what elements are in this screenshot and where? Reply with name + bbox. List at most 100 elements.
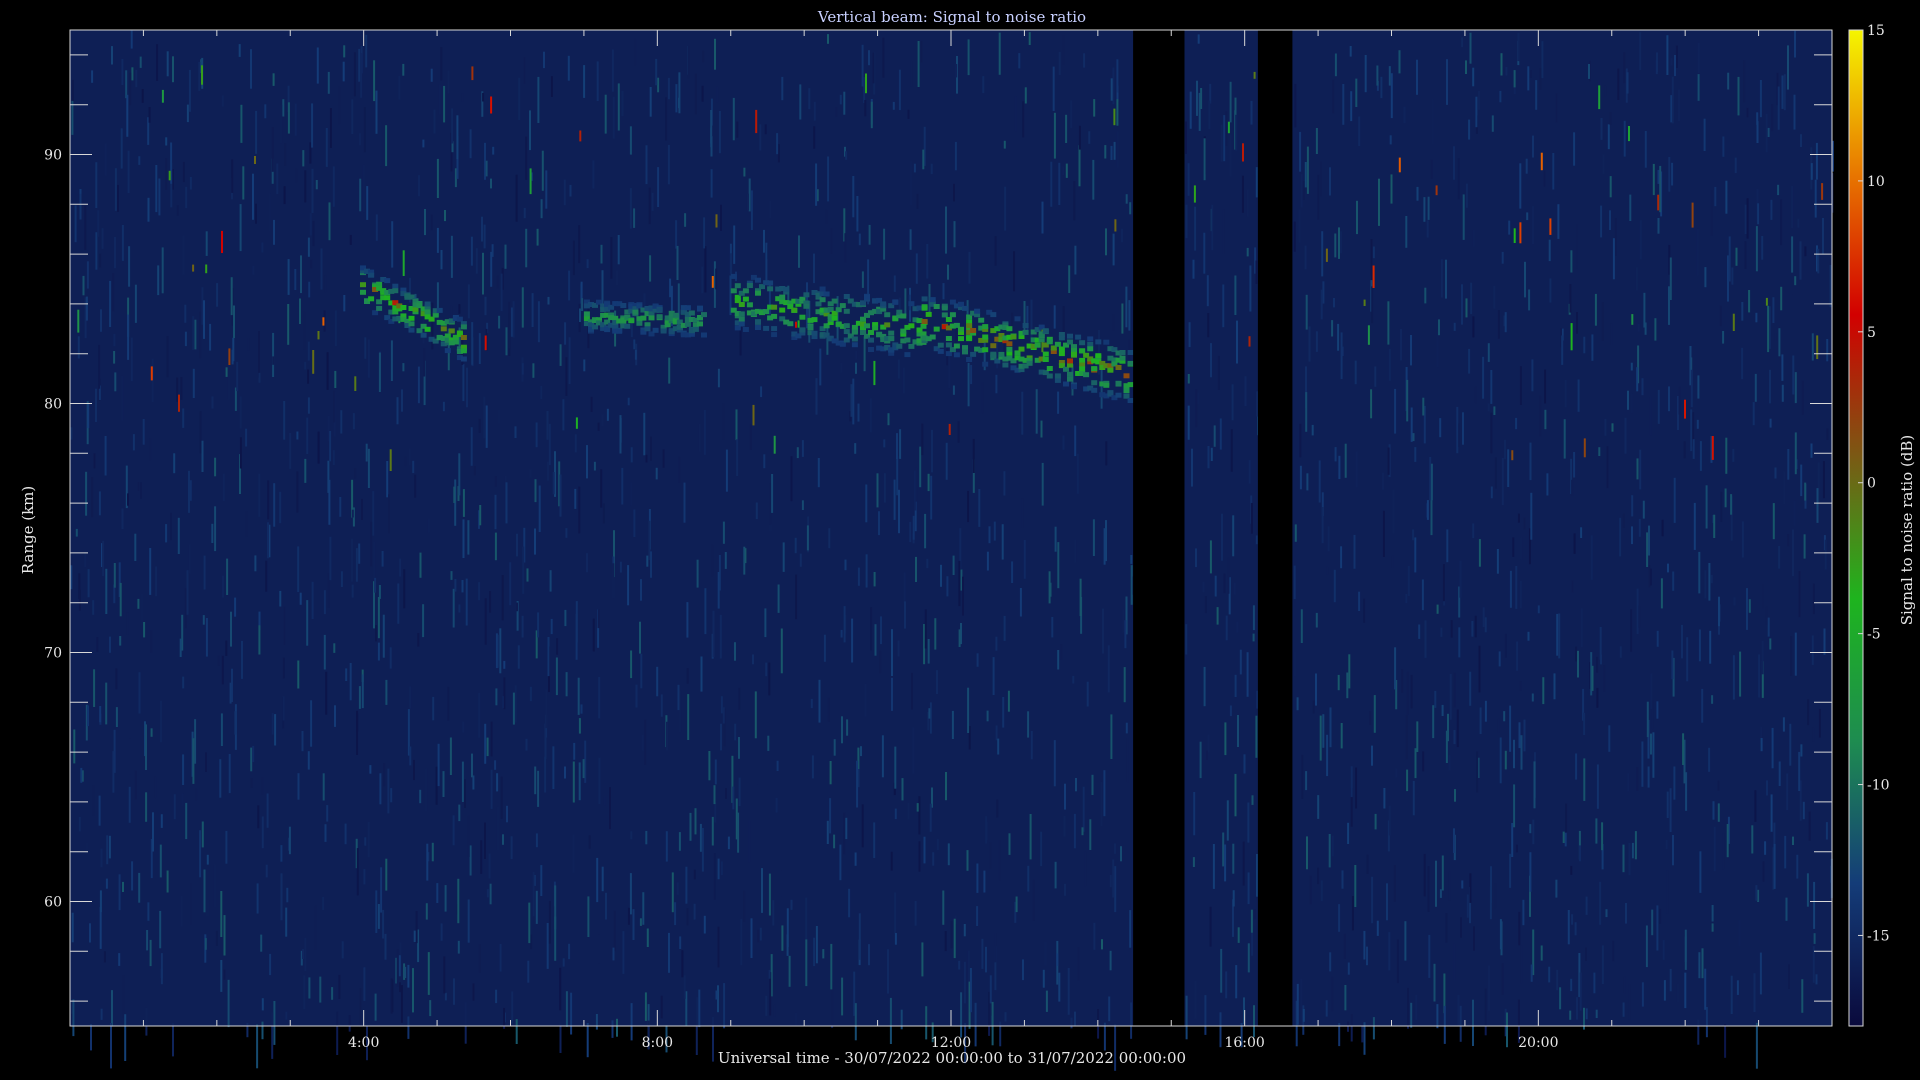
colorbar-gradient	[1848, 29, 1864, 1027]
noise-cell	[185, 802, 188, 840]
noise-cell	[537, 612, 540, 638]
echo-cell	[1054, 373, 1061, 379]
noise-cell	[1225, 615, 1228, 641]
noise-cell	[333, 390, 336, 423]
echo-cell	[908, 323, 915, 329]
noise-cell	[1232, 890, 1235, 907]
noise-cell	[98, 795, 101, 826]
noise-cell	[1185, 995, 1188, 1040]
noise-cell	[1369, 711, 1372, 725]
noise-cell	[1766, 780, 1768, 796]
echo-cell	[460, 356, 467, 362]
noise-cell	[415, 911, 418, 944]
noise-cell	[85, 296, 88, 321]
noise-cell	[854, 1003, 857, 1041]
noise-cell	[969, 968, 972, 1013]
echo-cell	[1014, 316, 1021, 322]
noise-cell	[214, 506, 217, 552]
noise-cell	[1344, 443, 1347, 478]
noise-cell	[1107, 645, 1110, 693]
noise-spike	[1631, 314, 1634, 325]
noise-cell	[684, 213, 687, 227]
echo-cell	[628, 318, 635, 324]
noise-cell	[545, 689, 548, 729]
noise-cell	[282, 657, 285, 679]
noise-cell	[1522, 899, 1525, 926]
noise-cell	[1777, 184, 1780, 196]
noise-cell	[306, 600, 309, 646]
noise-cell	[1465, 60, 1467, 74]
noise-cell	[1787, 534, 1790, 547]
noise-cell	[1519, 681, 1522, 691]
noise-cell	[256, 883, 259, 914]
noise-cell	[409, 686, 412, 709]
noise-cell	[1798, 571, 1801, 618]
echo-cell	[408, 315, 415, 321]
noise-cell	[364, 337, 367, 359]
noise-cell	[1337, 674, 1340, 691]
noise-cell	[1189, 91, 1192, 129]
noise-cell	[1728, 236, 1731, 282]
noise-cell	[1407, 565, 1410, 596]
noise-cell	[332, 450, 335, 465]
noise-cell	[1743, 60, 1746, 103]
noise-cell	[99, 253, 102, 268]
noise-cell	[1252, 605, 1255, 631]
noise-cell	[1370, 239, 1373, 281]
noise-cell	[548, 423, 551, 466]
noise-cell	[114, 168, 117, 211]
noise-cell	[708, 751, 711, 781]
noise-cell	[1112, 314, 1115, 331]
noise-cell	[89, 923, 91, 943]
noise-cell	[1617, 68, 1620, 100]
noise-cell	[1338, 1023, 1341, 1047]
colorbar-tick-label: 10	[1867, 174, 1885, 190]
noise-cell	[756, 768, 759, 785]
noise-cell	[1299, 465, 1302, 490]
noise-cell	[630, 447, 633, 463]
echo-cell	[771, 332, 778, 338]
noise-cell	[385, 858, 388, 891]
noise-cell	[883, 473, 886, 503]
noise-cell	[369, 765, 372, 774]
noise-cell	[261, 777, 264, 795]
noise-cell	[294, 103, 297, 136]
noise-cell	[1320, 161, 1322, 197]
noise-cell	[1418, 624, 1421, 639]
noise-cell	[915, 467, 918, 502]
noise-cell	[815, 926, 818, 964]
noise-cell	[525, 228, 528, 268]
noise-cell	[1410, 1002, 1413, 1028]
noise-cell	[215, 930, 218, 946]
noise-spike	[529, 168, 532, 195]
noise-cell	[483, 396, 486, 439]
noise-cell	[1696, 419, 1699, 429]
noise-cell	[577, 677, 580, 715]
noise-cell	[1627, 390, 1629, 410]
noise-cell	[217, 655, 220, 666]
echo-cell	[1067, 333, 1073, 339]
noise-cell	[308, 977, 311, 999]
noise-cell	[1741, 521, 1744, 558]
noise-cell	[1573, 132, 1576, 166]
y-tick-label: 90	[44, 148, 62, 164]
noise-spike	[1363, 299, 1366, 306]
noise-cell	[858, 913, 861, 960]
noise-cell	[1211, 204, 1214, 251]
noise-cell	[974, 1002, 977, 1047]
noise-cell	[372, 491, 375, 536]
noise-cell	[396, 949, 399, 987]
noise-cell	[827, 697, 830, 722]
noise-cell	[1674, 55, 1676, 77]
noise-cell	[1062, 166, 1065, 176]
heatmap-plot-area	[70, 30, 1834, 1071]
noise-cell	[71, 100, 74, 135]
noise-cell	[1484, 988, 1487, 1036]
noise-cell	[1104, 145, 1107, 159]
noise-cell	[510, 836, 513, 860]
noise-cell	[1614, 218, 1617, 256]
noise-cell	[843, 606, 846, 643]
noise-cell	[1662, 940, 1665, 960]
noise-cell	[1457, 994, 1460, 1027]
noise-cell	[1421, 579, 1424, 611]
